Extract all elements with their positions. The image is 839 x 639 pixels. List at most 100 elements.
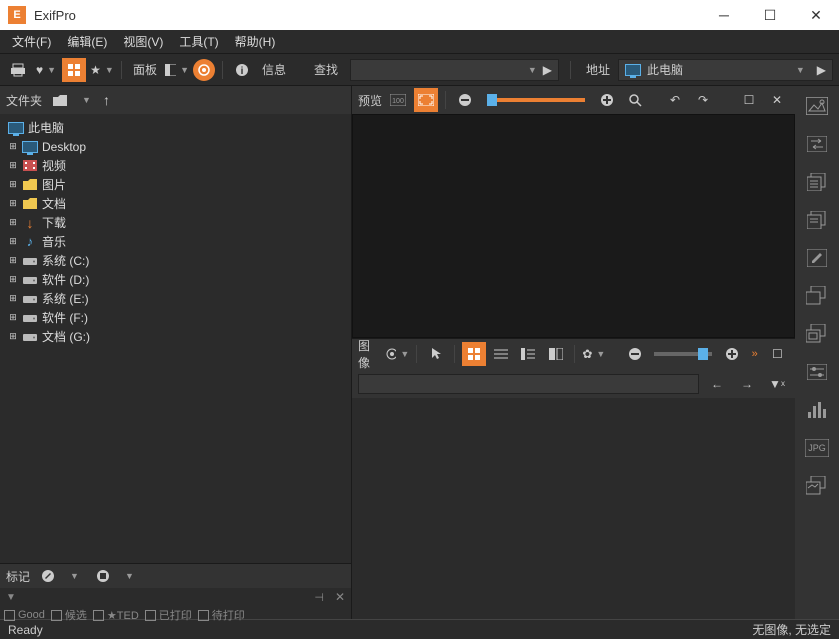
grid-view-icon[interactable]	[62, 58, 86, 82]
next-icon[interactable]: →	[735, 372, 759, 396]
tree-node[interactable]: ⊞系统 (C:)	[0, 251, 351, 270]
expand-icon[interactable]: »	[752, 348, 758, 360]
favorite-icon[interactable]: ♥▼	[34, 58, 58, 82]
copy-1-icon[interactable]	[802, 168, 832, 196]
tag-filter-item[interactable]: ★TED	[93, 609, 139, 622]
expand-icon[interactable]: ⊞	[8, 274, 18, 285]
info-icon[interactable]: i	[230, 58, 254, 82]
stack-1-icon[interactable]	[802, 282, 832, 310]
checkbox-icon[interactable]	[51, 610, 62, 621]
jpg-format-icon[interactable]: JPG	[802, 434, 832, 462]
checkbox-icon[interactable]	[4, 610, 15, 621]
stack-2-icon[interactable]	[802, 320, 832, 348]
tag-dropdown-1-icon[interactable]: ▼	[70, 571, 79, 581]
tree-node[interactable]: ⊞Desktop	[0, 137, 351, 156]
close-button[interactable]: ✕	[793, 0, 839, 30]
list-view-icon[interactable]	[490, 342, 513, 366]
tag-dropdown-2-icon[interactable]: ▼	[125, 571, 134, 581]
tree-node[interactable]: ⊞文档 (G:)	[0, 327, 351, 346]
image-browser-area[interactable]	[352, 398, 795, 620]
tag-filter-item[interactable]: Good	[4, 609, 45, 621]
tree-node[interactable]: ⊞视频	[0, 156, 351, 175]
ratio-icon[interactable]: 100	[386, 88, 410, 112]
layers-icon[interactable]	[802, 472, 832, 500]
search-input[interactable]	[351, 63, 524, 77]
view-options-icon[interactable]: ▼	[385, 342, 409, 366]
prev-icon[interactable]: ←	[705, 372, 729, 396]
tree-node-root[interactable]: 此电脑	[0, 118, 351, 137]
menu-help[interactable]: 帮助(H)	[227, 30, 284, 54]
address-box[interactable]: 此电脑 ▼ ▶	[618, 59, 833, 81]
minimize-button[interactable]: ─	[701, 0, 747, 30]
search-input-box[interactable]: ▼ ▶	[350, 59, 559, 81]
fullscreen-icon[interactable]: ☐	[766, 342, 789, 366]
thumb-zoom-out-icon[interactable]	[623, 342, 646, 366]
expand-icon[interactable]: ⊞	[8, 293, 18, 304]
zoom-out-icon[interactable]	[453, 88, 477, 112]
folder-tree[interactable]: 此电脑 ⊞Desktop⊞视频⊞图片⊞文档⊞↓下载⊞♪音乐⊞系统 (C:)⊞软件…	[0, 114, 351, 563]
maximize-button[interactable]: ☐	[747, 0, 793, 30]
expand-icon[interactable]: ⊞	[8, 198, 18, 209]
up-arrow-icon[interactable]: ↑	[103, 92, 110, 108]
sliders-icon[interactable]	[802, 358, 832, 386]
search-dropdown-icon[interactable]: ▼	[528, 65, 537, 75]
tag-filter-item[interactable]: 已打印	[145, 607, 192, 623]
menu-file[interactable]: 文件(F)	[4, 30, 59, 54]
image-filter-input[interactable]	[358, 374, 699, 394]
expand-icon[interactable]: ⊞	[8, 160, 18, 171]
thumb-zoom-in-icon[interactable]	[720, 342, 743, 366]
magnify-icon[interactable]	[623, 88, 647, 112]
checkbox-icon[interactable]	[145, 610, 156, 621]
settings-icon[interactable]: ✿▼	[582, 342, 605, 366]
tag-edit-icon[interactable]	[36, 564, 60, 588]
menu-view[interactable]: 视图(V)	[115, 30, 171, 54]
copy-2-icon[interactable]	[802, 206, 832, 234]
tree-node[interactable]: ⊞♪音乐	[0, 232, 351, 251]
menu-edit[interactable]: 编辑(E)	[59, 30, 115, 54]
zoom-in-icon[interactable]	[595, 88, 619, 112]
split-view-icon[interactable]	[544, 342, 567, 366]
histogram-icon[interactable]	[802, 396, 832, 424]
expand-icon[interactable]: ⊞	[8, 179, 18, 190]
expand-icon[interactable]: ⊞	[8, 331, 18, 342]
zoom-slider[interactable]	[487, 98, 585, 102]
cursor-icon[interactable]	[424, 342, 447, 366]
rotate-left-icon[interactable]: ↶	[663, 88, 687, 112]
tree-node[interactable]: ⊞文档	[0, 194, 351, 213]
swap-icon[interactable]	[802, 130, 832, 158]
tree-node[interactable]: ⊞软件 (F:)	[0, 308, 351, 327]
print-icon[interactable]	[6, 58, 30, 82]
checkbox-icon[interactable]	[198, 610, 209, 621]
tag-filter-item[interactable]: 待打印	[198, 607, 245, 623]
checkbox-icon[interactable]	[93, 610, 104, 621]
target-icon[interactable]	[193, 59, 215, 81]
tag-save-icon[interactable]	[91, 564, 115, 588]
tree-node[interactable]: ⊞↓下载	[0, 213, 351, 232]
detail-view-icon[interactable]	[517, 342, 540, 366]
expand-icon[interactable]: ⊞	[8, 141, 18, 152]
maximize-preview-icon[interactable]: ☐	[737, 88, 761, 112]
panel-toggle-icon[interactable]: ▼	[165, 58, 189, 82]
expand-icon[interactable]: ⊞	[8, 255, 18, 266]
funnel-icon[interactable]: ▼	[6, 592, 16, 603]
expand-icon[interactable]: ⊞	[8, 312, 18, 323]
tree-node[interactable]: ⊞系统 (E:)	[0, 289, 351, 308]
fit-icon[interactable]	[414, 88, 438, 112]
address-dropdown-icon[interactable]: ▼	[796, 65, 805, 75]
menu-tools[interactable]: 工具(T)	[171, 30, 226, 54]
folder-icon[interactable]	[48, 88, 72, 112]
thumbnail-view-icon[interactable]	[462, 342, 485, 366]
address-go-icon[interactable]: ▶	[817, 63, 826, 77]
star-dropdown[interactable]: ★▼	[90, 58, 114, 82]
image-panel-icon[interactable]	[802, 92, 832, 120]
folder-dropdown-icon[interactable]: ▼	[82, 95, 91, 105]
preview-area[interactable]	[352, 114, 795, 338]
rotate-right-icon[interactable]: ↷	[691, 88, 715, 112]
close-tags-icon[interactable]: ✕	[335, 590, 345, 604]
tree-node[interactable]: ⊞软件 (D:)	[0, 270, 351, 289]
edit-icon[interactable]	[802, 244, 832, 272]
pin-icon[interactable]: ⊣	[314, 591, 324, 604]
thumb-size-slider[interactable]	[654, 352, 712, 356]
expand-icon[interactable]: ⊞	[8, 217, 18, 228]
filter-funnel-icon[interactable]: ▼x	[765, 372, 789, 396]
